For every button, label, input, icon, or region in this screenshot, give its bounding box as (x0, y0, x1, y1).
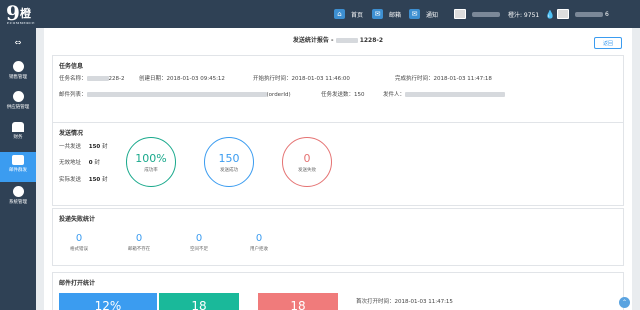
task-maillist: 邮件列表： (orderId) (59, 92, 291, 98)
nav-mail-label: 邮箱 (389, 11, 402, 19)
balance-area[interactable]: 橙汁: 9751 💧 (454, 7, 555, 21)
scroll-top-button[interactable]: ⌃ (619, 297, 630, 308)
user-name-redacted (575, 11, 603, 17)
swap-icon: ⇔ (14, 38, 22, 47)
top-bar: 9 橙 ECOMMERCE ⌂ 首页 ✉ 邮箱 ✉ 通知 橙汁: 9751 💧 … (0, 0, 640, 28)
store-name-redacted (472, 11, 500, 17)
task-info-title: 任务信息 (59, 63, 84, 70)
sidebar-item-label: 财务 (13, 135, 23, 140)
sent-failed-label: 发送失败 (298, 168, 316, 173)
sidebar-item-label: 供应链管理 (6, 105, 30, 110)
drop-icon: 💧 (545, 9, 556, 19)
open-stats-title: 邮件打开统计 (59, 280, 96, 287)
sidebar-item-label: 销售管理 (9, 75, 27, 80)
sidebar-item-supply[interactable]: 供应链管理 (0, 88, 36, 118)
home-icon: ⌂ (334, 9, 345, 19)
store-avatar (454, 9, 466, 19)
delivery-failure-card: 投递失败统计 0 格式错误 0 邮箱不存在 0 空间不足 0 用户拒收 (52, 208, 624, 266)
task-name: 任务名称： 228-2 (59, 76, 125, 82)
mail-marketing-icon (12, 155, 24, 165)
sent-success-label: 发送成功 (220, 168, 238, 173)
nav-notice-label: 通知 (426, 11, 439, 19)
failure-user-rejected: 0 用户拒收 (250, 233, 268, 252)
task-info-card: 任务信息 任务名称： 228-2 创建日期：2018-01-03 09:45:12… (52, 55, 624, 132)
task-name-redacted (86, 76, 109, 81)
sidebar-item-finance[interactable]: 财务 (0, 119, 36, 149)
invalid-address: 无效地址 0 封 (59, 160, 100, 166)
send-stats-title: 发送情况 (59, 130, 84, 137)
user-avatar (557, 9, 569, 19)
sent-success-value: 150 (218, 152, 240, 165)
total-sent: 一共发送 150 封 (59, 144, 108, 150)
notice-icon: ✉ (409, 9, 420, 19)
task-start: 开始执行时间：2018-01-03 11:46:00 (253, 76, 350, 82)
success-rate-label: 成功率 (144, 168, 158, 173)
sidebar-item-mail[interactable]: 邮件群发 (0, 152, 36, 182)
sidebar: ⇔ 销售管理 供应链管理 财务 邮件群发 系统管理 (0, 28, 36, 310)
success-rate-circle: 100% 成功率 (126, 137, 176, 187)
task-created: 创建日期：2018-01-03 09:45:12 (139, 76, 225, 82)
nav-mail[interactable]: ✉ 邮箱 (372, 7, 401, 21)
settings-icon (12, 186, 24, 197)
logo[interactable]: 9 橙 ECOMMERCE (6, 2, 40, 26)
user-menu[interactable]: 6 (557, 7, 609, 21)
sidebar-toggle[interactable]: ⇔ (0, 32, 36, 54)
first-open-time: 首次打开时间：2018-01-03 11:47:15 (356, 299, 453, 305)
back-button[interactable]: 返回 (594, 37, 622, 49)
sidebar-item-system[interactable]: 系统管理 (0, 183, 36, 213)
open-count-box: 18 (159, 293, 239, 310)
finance-icon (12, 122, 24, 132)
nav-home-label: 首页 (351, 11, 364, 19)
sales-icon (12, 61, 24, 72)
balance-text: 橙汁: 9751 (508, 11, 540, 19)
task-sender: 发件人： (383, 90, 506, 98)
sent-failed-circle: 0 发送失败 (282, 137, 332, 187)
open-users-box: 18 (258, 293, 338, 310)
arrow-up-icon: ⌃ (621, 299, 628, 306)
open-stats-card: 邮件打开统计 12% 18 18 首次打开时间：2018-01-03 11:47… (52, 272, 624, 310)
mail-icon: ✉ (372, 9, 383, 19)
main-content: 发送统计报告 - 1228-2 返回 任务信息 任务名称： 228-2 创建日期：… (44, 28, 632, 310)
logo-tagline: ECOMMERCE (7, 21, 35, 25)
task-send-count: 任务发送数：150 (321, 92, 365, 98)
sidebar-item-label: 邮件群发 (9, 168, 27, 173)
sidebar-item-label: 系统管理 (9, 200, 27, 205)
delivery-failure-title: 投递失败统计 (59, 216, 96, 223)
supply-icon (12, 91, 24, 102)
sent-failed-value: 0 (303, 152, 311, 165)
report-name-redacted (335, 38, 358, 43)
task-finish: 完成执行时间：2018-01-03 11:47:18 (395, 76, 492, 82)
page-title: 发送统计报告 - 1228-2 (292, 37, 384, 44)
actual-sent: 实际发送 150 封 (59, 177, 108, 183)
user-name-suffix: 6 (605, 10, 609, 18)
maillist-redacted (86, 92, 267, 97)
sidebar-item-sales[interactable]: 销售管理 (0, 58, 36, 88)
open-rate-box: 12% (59, 293, 157, 310)
nav-home[interactable]: ⌂ 首页 (334, 7, 363, 21)
success-rate-value: 100% (135, 152, 167, 165)
sender-redacted (405, 92, 506, 97)
sent-success-circle: 150 发送成功 (204, 137, 254, 187)
nav-notice[interactable]: ✉ 通知 (409, 7, 438, 21)
send-stats-card: 发送情况 一共发送 150 封 无效地址 0 封 实际发送 150 封 100%… (52, 122, 624, 206)
logo-char: 橙 (20, 7, 31, 20)
